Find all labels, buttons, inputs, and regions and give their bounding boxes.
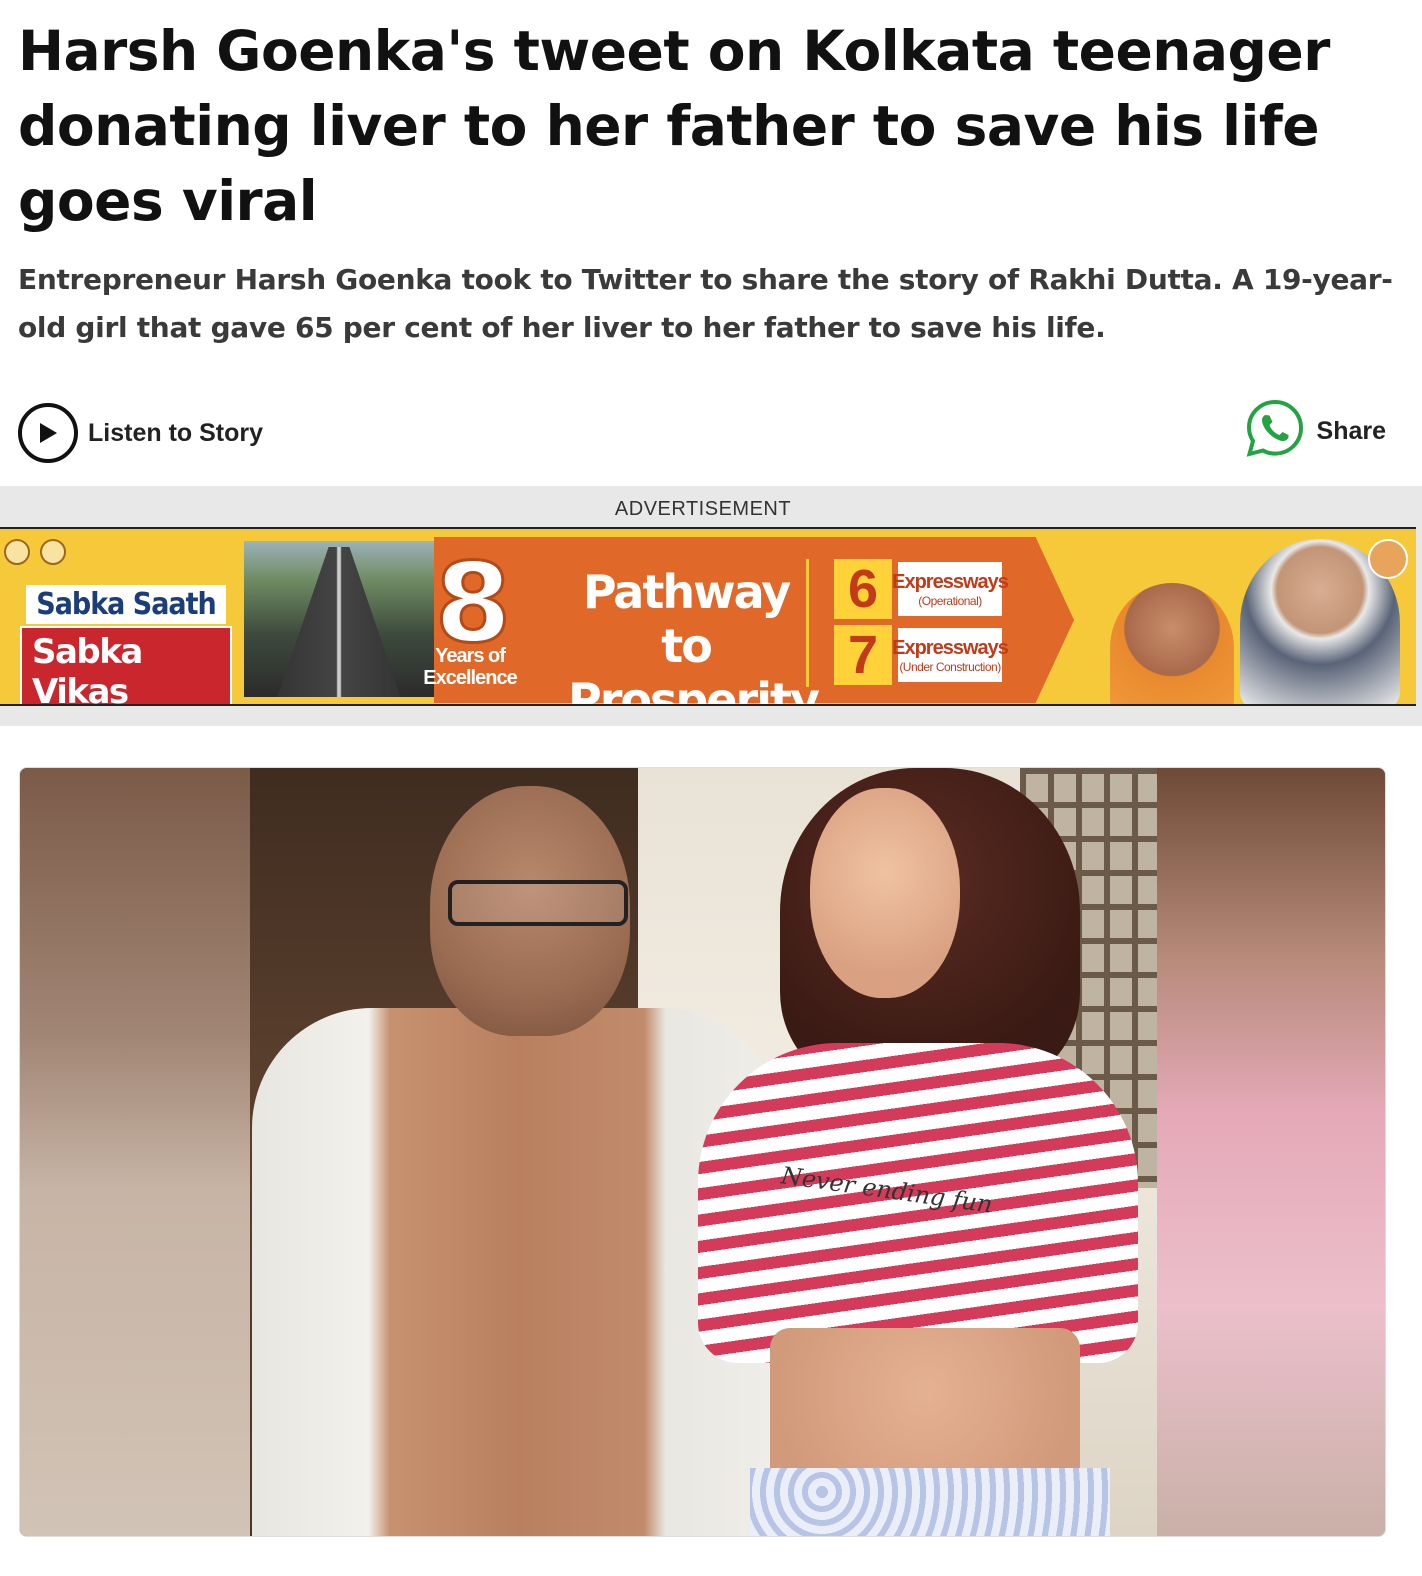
photo-man-glasses [448,880,628,926]
ad-expressway-image [244,541,434,697]
ad-stat-sub: (Operational) [918,593,982,608]
play-icon [18,403,78,463]
ad-slogan-bottom: Sabka Vikas [20,626,232,704]
whatsapp-icon [1245,398,1305,465]
photo-blur-right [1157,768,1385,1536]
ad-years-line-2: Excellence [423,667,517,689]
ad-stat-operational: 6 Expressways (Operational) [834,559,1009,619]
photo-girl-pants [750,1468,1110,1536]
ad-divider [806,559,809,687]
advertisement-label: ADVERTISEMENT [614,498,792,520]
listen-label: Listen to Story [88,418,264,447]
ad-headline: Pathway to Prosperity [568,565,820,706]
ad-years-line-1: Years of [435,645,506,667]
photo-girl-face [810,788,960,998]
ad-slogan: Sabka Saath Sabka Vikas [20,585,232,704]
share-button[interactable]: Share [1245,398,1386,465]
ad-stat-label: Expressways [892,570,1009,593]
ad-stat-under-construction: 7 Expressways (Under Construction) [834,625,1009,685]
ad-years-text: Years of Excellence [420,645,520,689]
ad-emblems [4,539,66,565]
article-headline: Harsh Goenka's tweet on Kolkata teenager… [18,19,1330,233]
ad-stat-number: 6 [834,559,892,619]
listen-to-story-button[interactable]: Listen to Story [18,403,263,463]
emblem-icon [4,539,30,565]
seal-icon [40,539,66,565]
ad-corner-logo-icon [1368,539,1408,579]
ad-stat-box: Expressways (Under Construction) [892,628,1009,682]
ad-headline-line-1: Pathway to [582,565,791,673]
photo-blur-left [20,768,250,1536]
article-photo: Never ending fun [19,767,1386,1537]
ad-headline-line-2: Prosperity [568,673,820,706]
ad-stat-sub: (Under Construction) [899,659,1001,674]
ad-person-portrait [1110,583,1234,704]
share-label: Share [1316,416,1386,445]
advertisement-banner[interactable]: Sabka Saath Sabka Vikas 8 Years of Excel… [0,527,1416,706]
ad-stat-box: Expressways (Operational) [892,562,1009,616]
ad-stat-number: 7 [834,625,892,685]
ad-stat-label: Expressways [892,636,1009,659]
article-summary: Entrepreneur Harsh Goenka took to Twitte… [18,263,1393,344]
ad-slogan-top: Sabka Saath [26,585,226,624]
ad-years-number: 8 [433,539,513,667]
